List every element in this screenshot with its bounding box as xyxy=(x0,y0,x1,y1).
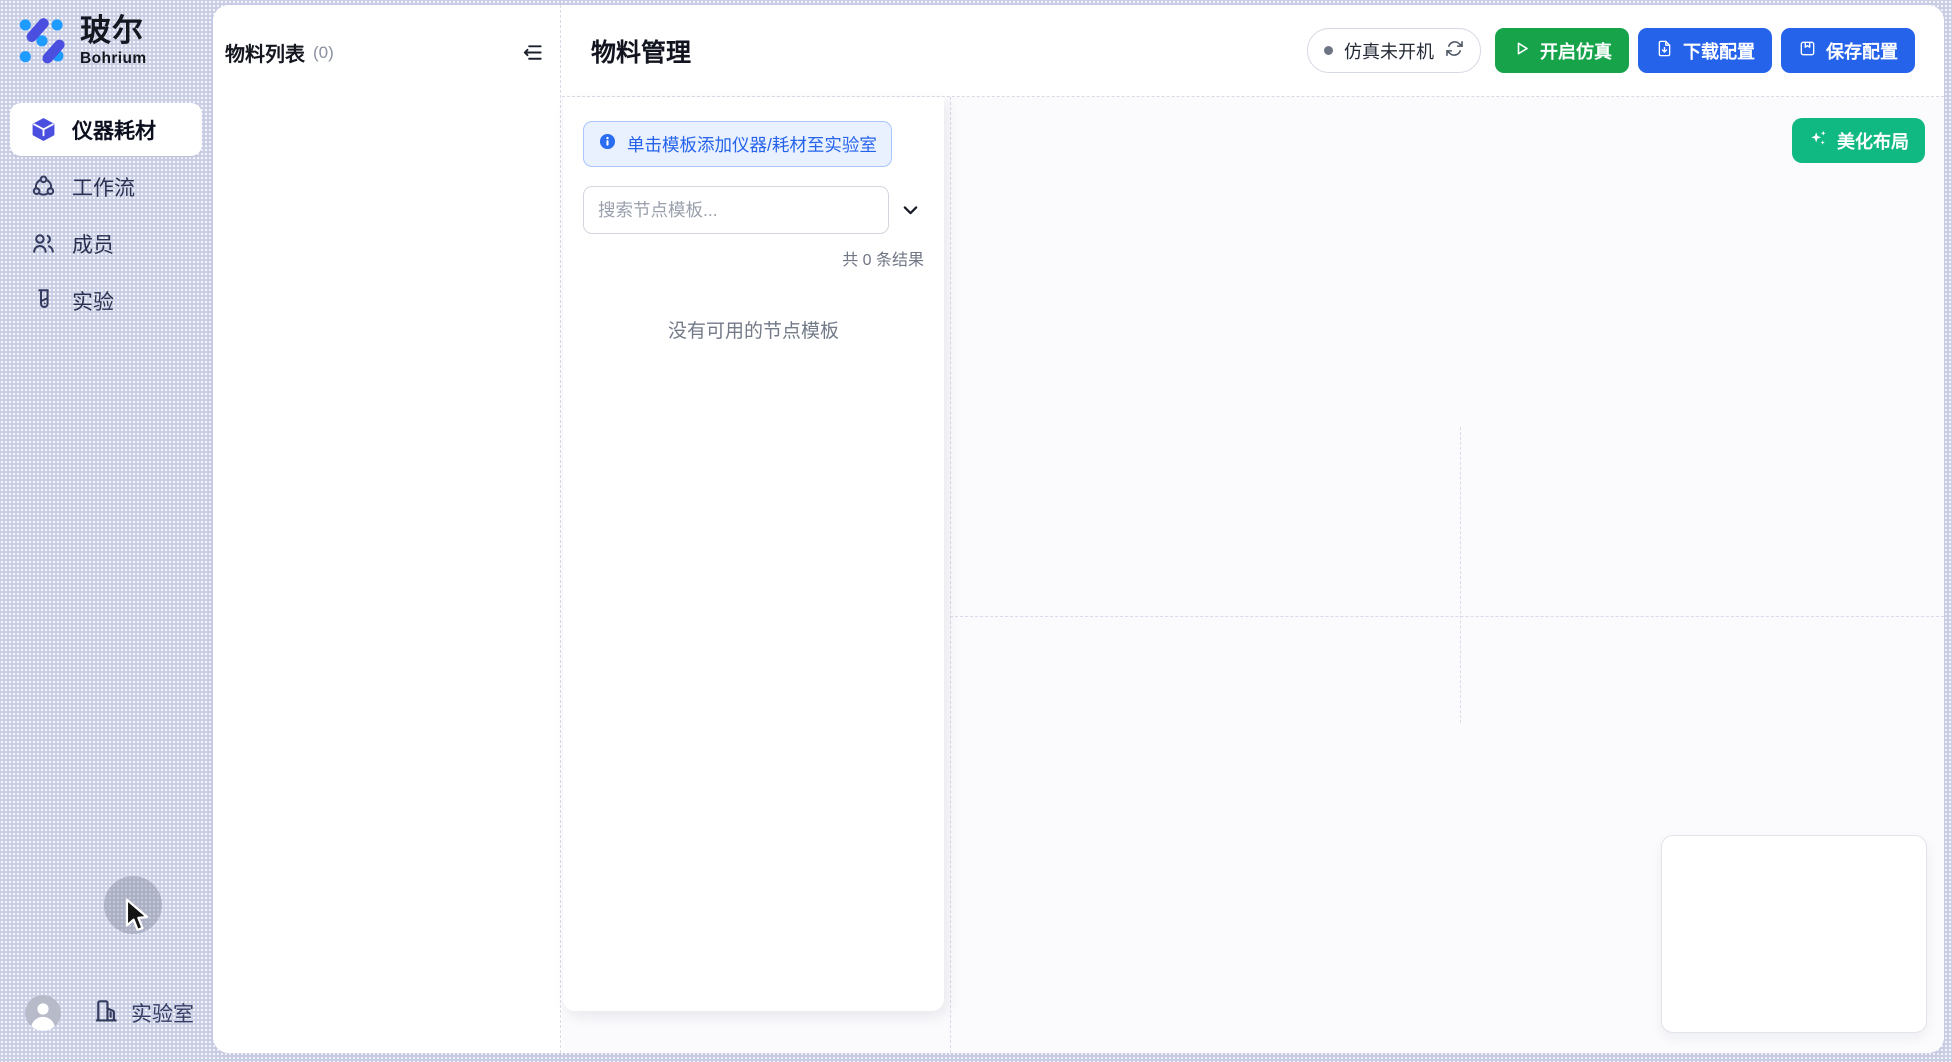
sidebar: 玻尔 Bohrium 仪器耗材 xyxy=(0,0,213,1062)
refresh-icon[interactable] xyxy=(1445,39,1464,63)
canvas-gridline xyxy=(950,616,1944,617)
sidebar-item-label: 仪器耗材 xyxy=(72,115,156,145)
brand: 玻尔 Bohrium xyxy=(15,13,147,72)
start-simulation-label: 开启仿真 xyxy=(1540,38,1612,64)
cube-icon xyxy=(30,116,57,143)
lab-switcher-label: 实验室 xyxy=(131,998,194,1028)
sparkles-icon xyxy=(1808,128,1828,153)
save-icon xyxy=(1798,39,1817,63)
node-template-palette: 单击模板添加仪器/耗材至实验室 共 0 条结果 没有可用的节点模板 xyxy=(563,97,944,1011)
status-label: 仿真未开机 xyxy=(1344,38,1434,64)
main-card: 物料列表 (0) 物料管理 xyxy=(213,5,1944,1053)
sidebar-item-label: 实验 xyxy=(72,286,114,316)
brand-name-en: Bohrium xyxy=(80,50,147,68)
collapse-panel-icon[interactable] xyxy=(520,41,544,65)
material-list-header: 物料列表 (0) xyxy=(213,5,560,67)
page-header: 物料管理 仿真未开机 xyxy=(562,5,1944,97)
page-title: 物料管理 xyxy=(591,33,691,69)
minimap[interactable] xyxy=(1661,835,1927,1033)
members-icon xyxy=(30,230,57,257)
start-simulation-button[interactable]: 开启仿真 xyxy=(1495,28,1629,73)
template-hint-text: 单击模板添加仪器/耗材至实验室 xyxy=(627,132,877,157)
sidebar-item-experiment[interactable]: 实验 xyxy=(10,274,202,327)
brand-name-zh: 玻尔 xyxy=(80,13,147,49)
template-search-input[interactable] xyxy=(583,186,889,234)
bohrium-logo-icon xyxy=(15,13,69,72)
mouse-cursor xyxy=(122,897,152,942)
sidebar-item-label: 成员 xyxy=(72,229,114,259)
beautify-layout-label: 美化布局 xyxy=(1837,128,1909,154)
template-hint-banner: 单击模板添加仪器/耗材至实验室 xyxy=(583,121,892,167)
chevron-down-icon[interactable] xyxy=(896,196,924,224)
sidebar-nav: 仪器耗材 工作流 xyxy=(10,103,202,327)
material-list-count: (0) xyxy=(313,43,334,63)
app-root: 玻尔 Bohrium 仪器耗材 xyxy=(0,0,1952,1062)
sidebar-item-instruments[interactable]: 仪器耗材 xyxy=(10,103,202,156)
save-config-label: 保存配置 xyxy=(1826,38,1898,64)
beautify-layout-button[interactable]: 美化布局 xyxy=(1792,118,1925,163)
sidebar-item-workflow[interactable]: 工作流 xyxy=(10,160,202,213)
user-avatar[interactable] xyxy=(25,995,61,1031)
material-list-title: 物料列表 xyxy=(225,38,305,67)
experiment-icon xyxy=(30,287,57,314)
main-region: 物料管理 仿真未开机 xyxy=(562,5,1944,1053)
header-actions: 仿真未开机 xyxy=(1307,28,1915,73)
lab-canvas[interactable]: 单击模板添加仪器/耗材至实验室 共 0 条结果 没有可用的节点模板 xyxy=(562,97,1944,1053)
status-dot xyxy=(1324,46,1333,55)
download-config-label: 下载配置 xyxy=(1683,38,1755,64)
material-list-panel: 物料列表 (0) xyxy=(213,5,561,1053)
info-icon xyxy=(598,132,617,156)
save-config-button[interactable]: 保存配置 xyxy=(1781,28,1915,73)
template-empty-text: 没有可用的节点模板 xyxy=(583,316,924,343)
sidebar-item-label: 工作流 xyxy=(72,172,135,202)
workflow-icon xyxy=(30,173,57,200)
building-icon xyxy=(92,996,121,1031)
lab-switcher[interactable]: 实验室 xyxy=(92,995,194,1031)
template-search-row xyxy=(583,186,924,234)
template-result-count: 共 0 条结果 xyxy=(583,246,924,270)
play-icon xyxy=(1512,39,1531,63)
sidebar-item-members[interactable]: 成员 xyxy=(10,217,202,270)
download-file-icon xyxy=(1655,39,1674,63)
simulation-status-pill[interactable]: 仿真未开机 xyxy=(1307,28,1481,73)
canvas-gridline xyxy=(1460,427,1461,723)
download-config-button[interactable]: 下载配置 xyxy=(1638,28,1772,73)
canvas-gridline xyxy=(950,97,951,1053)
